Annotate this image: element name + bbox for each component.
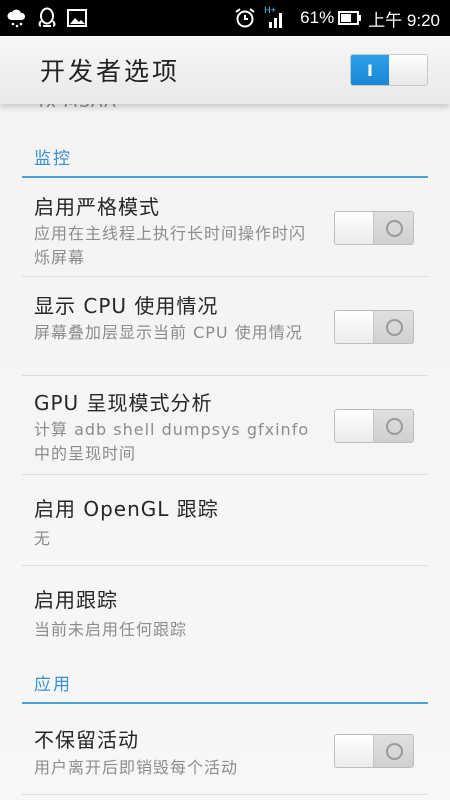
setting-summary: 应用在主线程上执行长时间操作时闪烁屏幕 — [34, 224, 307, 267]
setting-gpu-profiling[interactable]: GPU 呈现模式分析 计算 adb shell dumpsys gfxinfo … — [22, 376, 428, 475]
setting-enable-traces[interactable]: 启用跟踪 当前未启用任何跟踪 — [22, 566, 428, 656]
settings-list[interactable]: 4x MSAA 监控 启用严格模式 应用在主线程上执行长时间操作时闪烁屏幕 显示… — [0, 104, 450, 800]
toggle-knob — [335, 410, 374, 442]
toggle-knob — [335, 311, 374, 343]
setting-summary: 用户离开后即销毁每个活动 — [34, 758, 239, 777]
setting-show-cpu-usage[interactable]: 显示 CPU 使用情况 屏幕叠加层显示当前 CPU 使用情况 — [22, 277, 428, 376]
developer-options-master-switch[interactable]: I — [350, 54, 428, 86]
qq-icon — [36, 7, 58, 29]
setting-strict-mode[interactable]: 启用严格模式 应用在主线程上执行长时间操作时闪烁屏幕 — [22, 178, 428, 277]
image-icon — [66, 7, 88, 29]
section-header-label: 应用 — [34, 675, 72, 695]
setting-title: GPU 呈现模式分析 — [34, 391, 213, 415]
cloud-rain-icon — [6, 7, 28, 29]
toggle-off-indicator-icon — [386, 319, 403, 336]
setting-title: 不保留活动 — [34, 728, 139, 752]
notification-icons — [6, 6, 96, 30]
strict-mode-toggle[interactable] — [334, 211, 414, 245]
toggle-off-indicator-icon — [386, 418, 403, 435]
setting-title: 显示 CPU 使用情况 — [34, 294, 219, 318]
status-bar: H+ 61% 上午 9:20 — [0, 0, 450, 36]
battery-icon — [338, 7, 362, 29]
toggle-off-indicator-icon — [386, 220, 403, 237]
developer-options-screen: 开发者选项 I 4x MSAA 监控 启用严格模式 应用在主线程上执行长时间操作… — [0, 36, 450, 800]
section-header-monitoring: 监控 — [22, 136, 428, 178]
section-header-apps: 应用 — [22, 662, 428, 704]
page-title: 开发者选项 — [40, 57, 181, 86]
toggle-knob — [335, 735, 374, 767]
section-header-label: 监控 — [34, 149, 72, 169]
action-bar: 开发者选项 I — [0, 36, 450, 104]
gpu-profiling-toggle[interactable] — [334, 409, 414, 443]
setting-dont-keep-activities[interactable]: 不保留活动 用户离开后即销毁每个活动 — [22, 704, 428, 795]
clock: 上午 9:20 — [368, 10, 440, 30]
setting-summary: 当前未启用任何跟踪 — [34, 620, 188, 639]
partial-list-item: 4x MSAA — [34, 104, 117, 112]
show-cpu-usage-toggle[interactable] — [334, 310, 414, 344]
dont-keep-activities-toggle[interactable] — [334, 734, 414, 768]
setting-opengl-traces[interactable]: 启用 OpenGL 跟踪 无 — [22, 475, 428, 566]
setting-title: 启用跟踪 — [34, 588, 118, 612]
setting-summary: 无 — [34, 529, 52, 548]
toggle-knob — [335, 212, 374, 244]
setting-summary: 屏幕叠加层显示当前 CPU 使用情况 — [34, 323, 303, 342]
master-switch-knob — [389, 55, 427, 85]
setting-summary: 计算 adb shell dumpsys gfxinfo 中的呈现时间 — [34, 420, 310, 463]
battery-percent: 61% — [300, 8, 335, 27]
alarm-icon — [234, 7, 256, 29]
system-status: H+ 61% 上午 9:20 — [234, 4, 440, 32]
network-type-label: H+ — [264, 5, 276, 15]
setting-title: 启用 OpenGL 跟踪 — [34, 497, 219, 521]
toggle-off-indicator-icon — [386, 743, 403, 760]
signal-icon: H+ — [264, 5, 286, 29]
master-switch-on-label: I — [351, 55, 389, 85]
setting-title: 启用严格模式 — [34, 195, 160, 219]
